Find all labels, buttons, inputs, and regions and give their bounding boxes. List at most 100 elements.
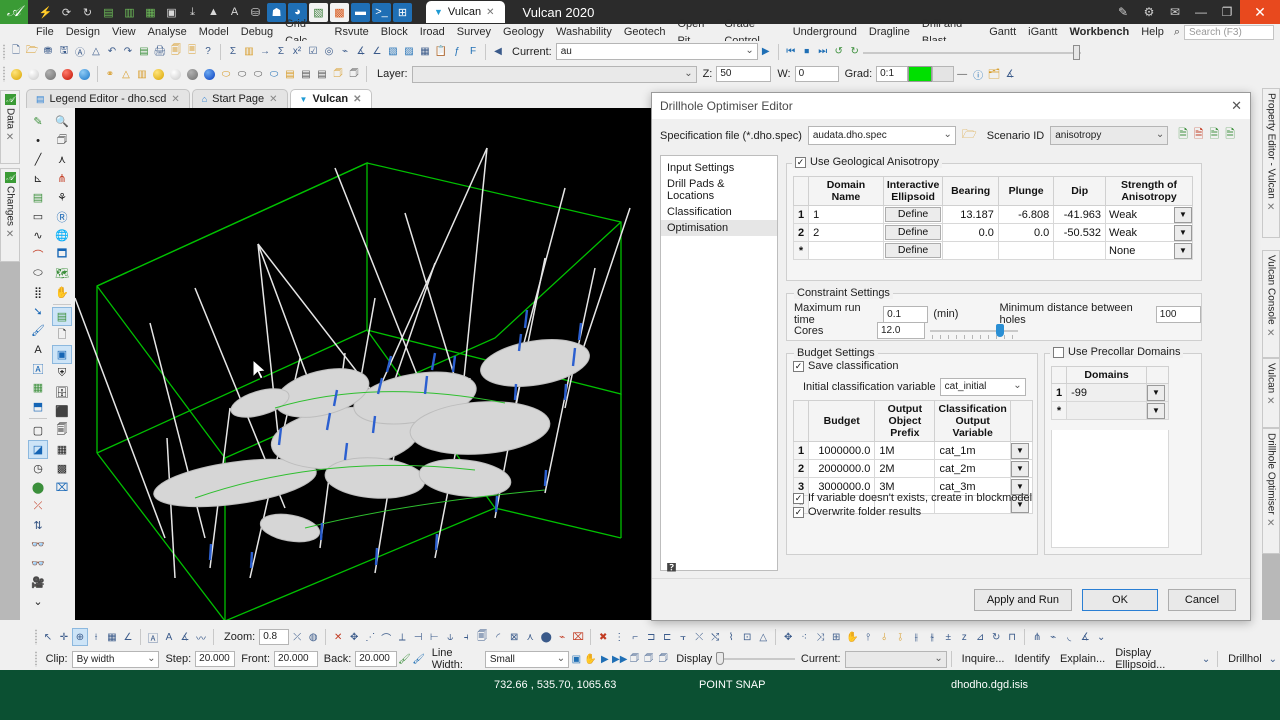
- close-icon[interactable]: ✕: [5, 132, 16, 143]
- block-model-icon[interactable]: ▧: [385, 43, 401, 61]
- stop-icon[interactable]: ⏹: [799, 43, 815, 61]
- menu-item-survey[interactable]: Survey: [451, 24, 497, 41]
- chat-icon[interactable]: ▬: [351, 2, 370, 22]
- w-input[interactable]: 0: [794, 66, 839, 82]
- help-circle-icon[interactable]: ?: [200, 43, 216, 61]
- menu-item-workbench[interactable]: Workbench: [1063, 24, 1135, 41]
- rectangle-icon[interactable]: ▭: [28, 207, 48, 226]
- sphere-solid-icon[interactable]: ⬤: [28, 478, 48, 497]
- wand-icon[interactable]: ✎: [1110, 0, 1136, 24]
- reset-zoom-icon[interactable]: ⤫: [289, 628, 305, 646]
- scenario-delete-icon[interactable]: 🗎: [1194, 125, 1204, 146]
- mail-icon[interactable]: ✉: [1162, 0, 1188, 24]
- close-icon[interactable]: ✕: [269, 94, 277, 105]
- distribute-icon[interactable]: ⫯: [860, 628, 876, 646]
- sphere-grey-icon[interactable]: [45, 68, 56, 80]
- step-input[interactable]: 20.000: [195, 651, 236, 667]
- font-icon[interactable]: A: [225, 3, 244, 22]
- next-view-alt-icon[interactable]: ▶▶: [612, 650, 627, 668]
- point-yellow-icon[interactable]: [153, 68, 164, 80]
- sphere-red-icon[interactable]: [62, 68, 73, 80]
- sphere-card-white-icon[interactable]: ▤: [298, 65, 314, 83]
- segment-delete-icon[interactable]: ⌐: [627, 628, 643, 646]
- report-icon[interactable]: ▤: [99, 3, 118, 22]
- explain-button[interactable]: Explain...: [1060, 653, 1105, 665]
- arc-edit-icon[interactable]: ◟: [1061, 628, 1077, 646]
- menu-item-rsvute[interactable]: Rsvute: [329, 24, 375, 41]
- sphere-card-grey-icon[interactable]: ▤: [314, 65, 330, 83]
- maximize-button[interactable]: ❐: [1214, 0, 1240, 24]
- surface-icon[interactable]: ▲: [204, 3, 223, 22]
- clear-screen-icon[interactable]: ⌧: [52, 478, 72, 497]
- rewind-icon[interactable]: ⏮: [783, 43, 799, 61]
- scale-object-icon[interactable]: ⤨: [812, 628, 828, 646]
- line-delete-icon[interactable]: ⤬: [691, 628, 707, 646]
- capsule-blue-icon[interactable]: ⬭: [266, 65, 282, 83]
- mirror-icon[interactable]: ⫝: [442, 628, 458, 646]
- tab-legend-editor[interactable]: ▤ Legend Editor - dho.scd ✕: [26, 89, 190, 108]
- world-view-icon[interactable]: ◍: [305, 628, 321, 646]
- point-grey-icon[interactable]: [187, 68, 198, 80]
- ok-button[interactable]: OK: [1082, 588, 1158, 611]
- title-bar-document-tab[interactable]: ▼ Vulcan ✕: [426, 1, 505, 23]
- translate-icon[interactable]: ✥: [780, 628, 796, 646]
- bottom-toolbar-grip-2[interactable]: [34, 651, 38, 667]
- variogram-icon[interactable]: ⌁: [337, 43, 353, 61]
- cell-plunge[interactable]: [997, 241, 1055, 260]
- extrude-icon[interactable]: ⊓: [1004, 628, 1020, 646]
- overwrite-folder-toggle[interactable]: ✓ Overwrite folder results: [793, 506, 921, 518]
- bt1-overflow-icon[interactable]: ⌄: [1093, 628, 1109, 646]
- minimize-button[interactable]: —: [1188, 0, 1214, 24]
- sphere-card-yellow-icon[interactable]: ▤: [282, 65, 298, 83]
- bt-current-combo[interactable]: [844, 650, 947, 668]
- hand-pan-icon[interactable]: ✋: [583, 650, 597, 668]
- measure-icon[interactable]: ∡: [1002, 65, 1018, 83]
- text-icon[interactable]: A: [28, 340, 48, 359]
- cell-dip[interactable]: [1053, 241, 1107, 260]
- stereo-icon[interactable]: 👓: [28, 535, 48, 554]
- angle-icon[interactable]: ∠: [369, 43, 385, 61]
- cell-bearing[interactable]: 0.0: [942, 223, 999, 242]
- copy-icon[interactable]: 🗐: [168, 43, 184, 61]
- save-classification-checkbox[interactable]: ✓: [793, 360, 804, 372]
- drillhole-button[interactable]: Drillhol: [1228, 653, 1262, 665]
- move-icon[interactable]: ✥: [346, 628, 362, 646]
- chevron-down-icon[interactable]: ▼: [1174, 242, 1192, 259]
- cancel-button[interactable]: Cancel: [1168, 588, 1236, 611]
- spline-icon[interactable]: ∿: [28, 226, 48, 245]
- clock-icon[interactable]: ◷: [28, 459, 48, 478]
- arc-icon[interactable]: ⌒: [28, 245, 48, 264]
- toolbar-grip[interactable]: [2, 43, 6, 60]
- office-icon[interactable]: ▩: [330, 2, 349, 22]
- use-precollar-domains-checkbox[interactable]: [1053, 346, 1064, 358]
- attr-delete-icon[interactable]: ⊏: [659, 628, 675, 646]
- scenario-copy-icon[interactable]: 🗎: [1210, 125, 1220, 146]
- dock-tab-data[interactable]: 𝒜 Data ✕: [0, 90, 20, 164]
- cell-domain-name[interactable]: [808, 241, 884, 260]
- cube-solid-icon[interactable]: ⬛: [52, 402, 72, 421]
- close-icon[interactable]: ✕: [1266, 396, 1277, 407]
- rotate-segment-icon[interactable]: ⋰: [362, 628, 378, 646]
- identify-button[interactable]: Identify: [1014, 653, 1049, 665]
- menu-item-help[interactable]: Help: [1135, 24, 1170, 41]
- vertex-icon[interactable]: ⋔: [1029, 628, 1045, 646]
- next-view-icon[interactable]: ▶: [598, 650, 612, 668]
- polyline-edit-icon[interactable]: ⌁: [1045, 628, 1061, 646]
- clipboard-icon[interactable]: 📋: [433, 43, 449, 61]
- save-all-icon[interactable]: ▤: [136, 43, 152, 61]
- cube-view2-icon[interactable]: 🗇: [642, 650, 656, 668]
- arrow-right-icon[interactable]: →: [257, 43, 273, 61]
- sphere-white-icon[interactable]: [28, 68, 39, 80]
- line-style-icon[interactable]: —: [954, 65, 970, 83]
- arrow-icon[interactable]: ➘: [28, 302, 48, 321]
- book-icon[interactable]: ▥: [120, 3, 139, 22]
- cell-domain-value[interactable]: [1066, 401, 1147, 420]
- stereo-alt-icon[interactable]: 👓: [28, 554, 48, 573]
- render-image-icon[interactable]: ▤: [52, 307, 72, 326]
- select-cursor-icon[interactable]: ↖: [40, 628, 56, 646]
- cell-variable[interactable]: cat_1m: [934, 441, 1011, 460]
- nav-item-input-settings[interactable]: Input Settings: [661, 160, 777, 176]
- section-icon[interactable]: ◪: [28, 440, 48, 459]
- sphere-blue-icon[interactable]: [79, 68, 90, 80]
- menu-item-file[interactable]: File: [30, 24, 60, 41]
